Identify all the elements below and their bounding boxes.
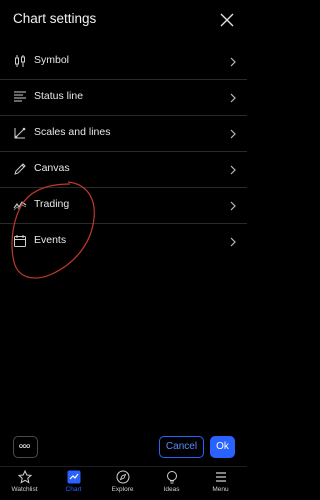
tab-watchlist[interactable]: Watchlist bbox=[0, 470, 49, 500]
scales-icon bbox=[14, 127, 26, 139]
menu-item-label: Trading bbox=[34, 198, 70, 210]
menu-item-label: Status line bbox=[34, 90, 84, 102]
ok-button[interactable]: Ok bbox=[210, 436, 235, 458]
more-options-button[interactable] bbox=[13, 436, 38, 458]
menu-item-status-line[interactable]: Status line bbox=[0, 80, 247, 116]
more-icon bbox=[19, 444, 31, 448]
candlestick-icon bbox=[15, 55, 25, 67]
dialog-header: Chart settings bbox=[0, 0, 247, 42]
status-line-icon bbox=[14, 91, 26, 102]
chevron-right-icon bbox=[230, 237, 236, 247]
tab-label: Chart bbox=[65, 486, 82, 493]
star-icon bbox=[17, 470, 32, 484]
chart-icon bbox=[67, 470, 80, 484]
pencil-icon bbox=[14, 163, 26, 175]
menu-item-label: Symbol bbox=[34, 54, 70, 66]
tab-label: Explore bbox=[111, 486, 134, 493]
chevron-right-icon bbox=[230, 57, 236, 67]
tab-ideas[interactable]: Ideas bbox=[147, 470, 196, 500]
menu-item-symbol[interactable]: Symbol bbox=[0, 44, 247, 80]
menu-item-label: Canvas bbox=[34, 162, 70, 174]
lightbulb-icon bbox=[166, 471, 177, 484]
dialog-footer: Cancel Ok bbox=[0, 436, 247, 460]
tab-menu[interactable]: Menu bbox=[196, 470, 245, 500]
compass-icon bbox=[116, 470, 129, 484]
tab-label: Menu bbox=[212, 486, 229, 493]
hamburger-icon bbox=[215, 472, 226, 482]
menu-item-label: Events bbox=[34, 234, 67, 246]
chevron-right-icon bbox=[230, 165, 236, 175]
tab-chart[interactable]: Chart bbox=[49, 470, 98, 500]
tab-label: Ideas bbox=[163, 486, 180, 493]
chevron-right-icon bbox=[230, 93, 236, 103]
trading-icon bbox=[13, 201, 27, 211]
cancel-button[interactable]: Cancel bbox=[159, 436, 204, 458]
menu-item-canvas[interactable]: Canvas bbox=[0, 152, 247, 188]
settings-menu: Symbol Status line Scales and lines Canv… bbox=[0, 44, 247, 259]
tab-explore[interactable]: Explore bbox=[98, 470, 147, 500]
bottom-tab-bar: Watchlist Chart Explore Ideas Menu bbox=[0, 466, 247, 500]
chevron-right-icon bbox=[230, 201, 236, 211]
page-title: Chart settings bbox=[13, 11, 97, 26]
close-icon[interactable] bbox=[220, 13, 234, 27]
menu-item-trading[interactable]: Trading bbox=[0, 188, 247, 224]
tab-label: Watchlist bbox=[11, 486, 38, 493]
menu-item-scales-and-lines[interactable]: Scales and lines bbox=[0, 116, 247, 152]
menu-item-label: Scales and lines bbox=[34, 126, 111, 138]
calendar-icon bbox=[14, 235, 26, 247]
chevron-right-icon bbox=[230, 129, 236, 139]
menu-item-events[interactable]: Events bbox=[0, 224, 247, 259]
